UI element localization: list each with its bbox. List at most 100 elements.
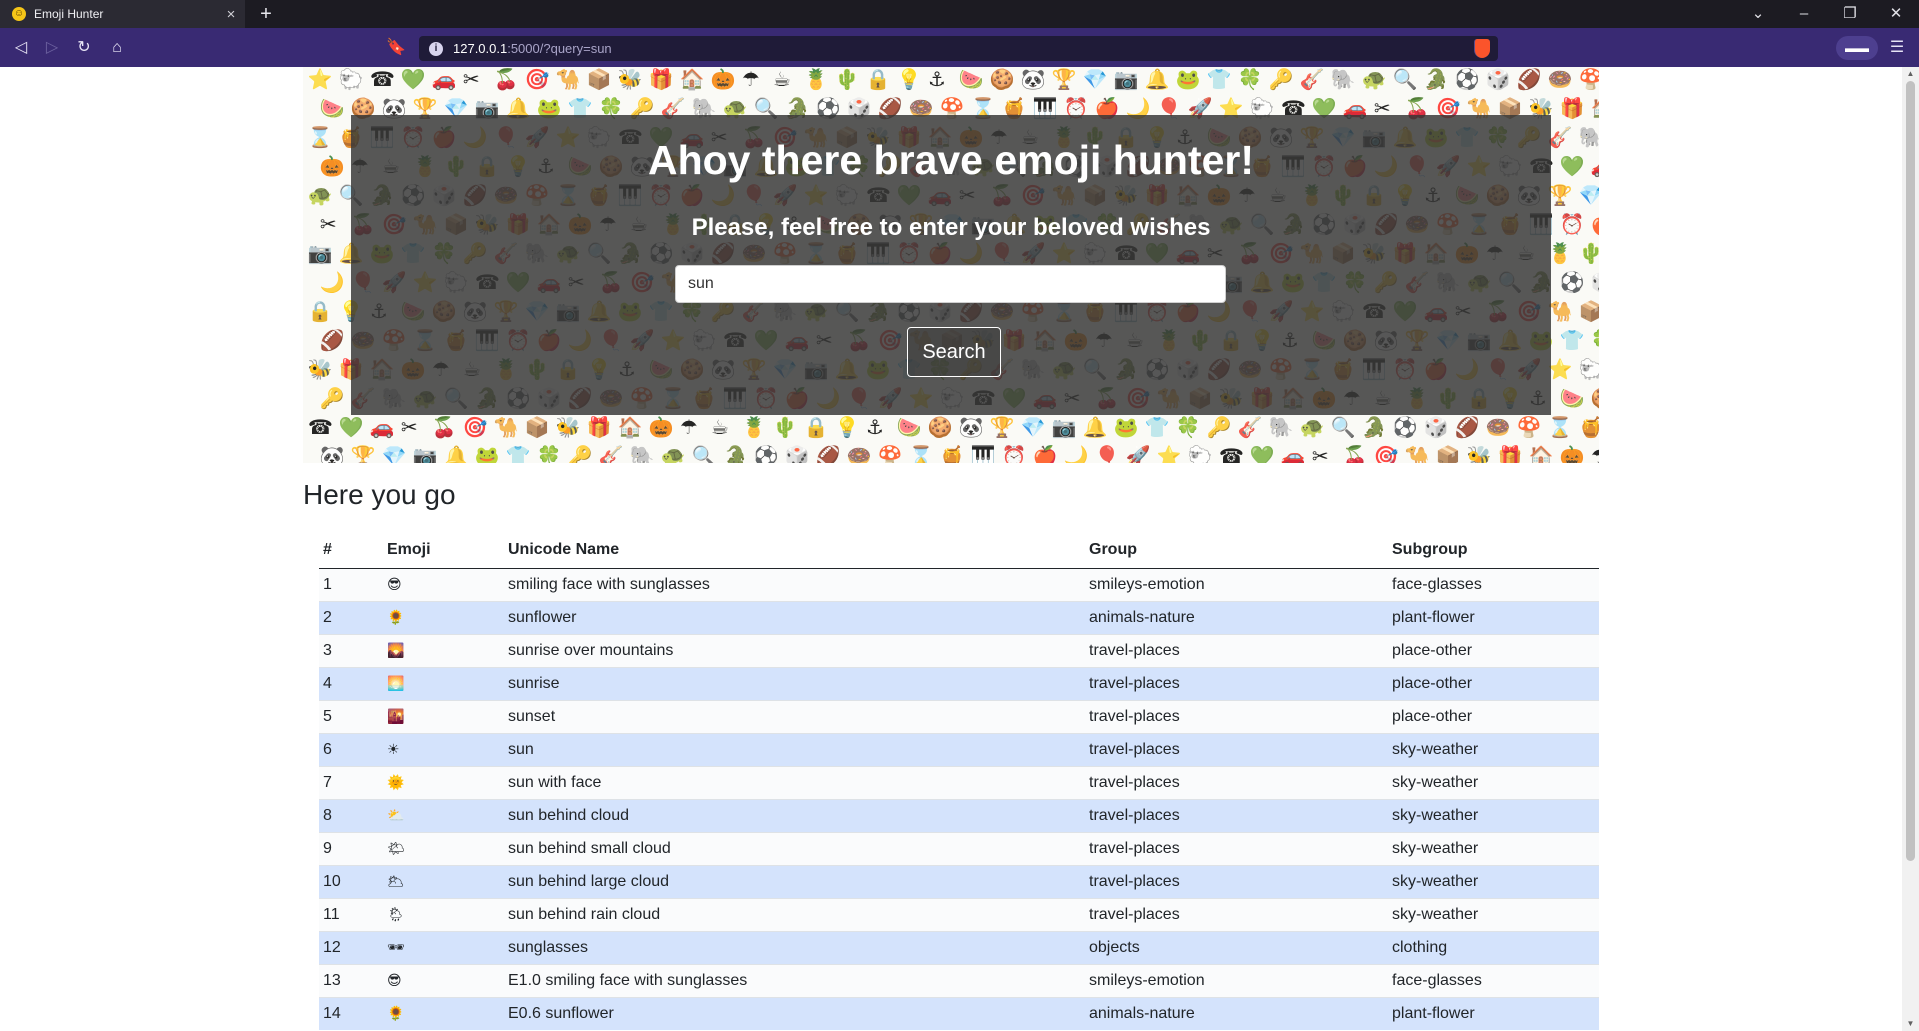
decorative-emoji-icon: ⚽ bbox=[753, 444, 779, 463]
column-header-number: # bbox=[319, 532, 383, 569]
back-icon[interactable]: ◁ bbox=[8, 35, 34, 61]
decorative-emoji-icon: 🐝 bbox=[617, 67, 643, 91]
decorative-emoji-icon: ⚽ bbox=[1559, 270, 1585, 294]
forward-icon[interactable]: ▷ bbox=[39, 35, 65, 61]
cell-unicode-name: sun with face bbox=[504, 765, 1085, 799]
decorative-emoji-icon: 🍄 bbox=[877, 444, 903, 463]
cell-subgroup: clothing bbox=[1388, 930, 1599, 964]
cell-emoji: 🌻 bbox=[383, 996, 504, 1030]
decorative-emoji-icon: 📷 bbox=[1113, 67, 1139, 91]
decorative-emoji-icon: 🏆 bbox=[989, 415, 1015, 439]
search-input[interactable] bbox=[675, 265, 1226, 303]
decorative-emoji-icon: 🐘 bbox=[1578, 125, 1599, 149]
restore-icon[interactable]: ❐ bbox=[1827, 0, 1873, 28]
brave-shield-icon[interactable] bbox=[1474, 39, 1490, 58]
page-scrollbar[interactable]: ▲ ▼ bbox=[1902, 67, 1919, 1031]
emoji-glyph-icon: 🌻 bbox=[387, 1005, 405, 1022]
emoji-glyph-icon: 🌞 bbox=[387, 774, 405, 791]
cell-subgroup: sky-weather bbox=[1388, 765, 1599, 799]
decorative-emoji-icon: 🍀 bbox=[1237, 67, 1263, 91]
cell-subgroup: face-glasses bbox=[1388, 963, 1599, 997]
decorative-emoji-icon: 🔒 bbox=[803, 415, 829, 439]
decorative-emoji-icon: 🍀 bbox=[1175, 415, 1201, 439]
decorative-emoji-icon: 📦 bbox=[1435, 444, 1461, 463]
decorative-emoji-icon: 🐑 bbox=[1187, 444, 1213, 463]
cell-number: 7 bbox=[319, 765, 383, 799]
decorative-emoji-icon: 🏈 bbox=[1454, 415, 1480, 439]
cell-number: 6 bbox=[319, 732, 383, 766]
decorative-emoji-icon: 🐘 bbox=[629, 444, 655, 463]
decorative-emoji-icon: 🐝 bbox=[555, 415, 581, 439]
scroll-up-icon[interactable]: ▲ bbox=[1902, 67, 1919, 81]
decorative-emoji-icon: 🏠 bbox=[1528, 444, 1554, 463]
tab-emoji-hunter[interactable]: ☺ Emoji Hunter × bbox=[0, 0, 245, 28]
extension-glasses-icon[interactable]: ▬▬ bbox=[1836, 36, 1878, 60]
decorative-emoji-icon: ☎ bbox=[369, 67, 395, 91]
cell-unicode-name: sun behind small cloud bbox=[504, 831, 1085, 865]
page-subheading: Please, feel free to enter your beloved … bbox=[691, 214, 1211, 241]
decorative-emoji-icon: 🌙 bbox=[319, 270, 345, 294]
decorative-emoji-icon: 🔍 bbox=[1330, 415, 1356, 439]
reload-icon[interactable]: ↻ bbox=[71, 35, 97, 61]
emoji-glyph-icon: 🌻 bbox=[387, 609, 405, 626]
decorative-emoji-icon: 🏠 bbox=[617, 415, 643, 439]
address-bar[interactable]: i 127.0.0.1 :5000/?query=sun bbox=[419, 36, 1498, 61]
decorative-emoji-icon: 🔑 bbox=[1206, 415, 1232, 439]
cell-unicode-name: sunflower bbox=[504, 600, 1085, 634]
bookmark-icon[interactable]: 🔖 bbox=[383, 35, 409, 61]
decorative-emoji-icon: ☂ bbox=[1591, 446, 1599, 463]
decorative-emoji-icon: 📷 bbox=[307, 241, 333, 265]
info-icon[interactable]: i bbox=[429, 41, 443, 56]
scrollbar-thumb[interactable] bbox=[1906, 81, 1915, 861]
new-tab-button[interactable]: + bbox=[255, 3, 277, 25]
home-icon[interactable]: ⌂ bbox=[104, 35, 130, 61]
cell-number: 13 bbox=[319, 963, 383, 997]
decorative-emoji-icon: 💚 bbox=[400, 67, 426, 91]
minimize-icon[interactable]: – bbox=[1781, 0, 1827, 28]
decorative-emoji-icon: 🍒 bbox=[1342, 444, 1368, 463]
url-host: 127.0.0.1 bbox=[453, 41, 508, 56]
cell-number: 12 bbox=[319, 930, 383, 964]
cell-number: 14 bbox=[319, 996, 383, 1030]
decorative-emoji-icon: 💚 bbox=[338, 415, 364, 439]
cell-group: smileys-emotion bbox=[1085, 567, 1388, 601]
tab-list-chevron-icon[interactable]: ⌄ bbox=[1735, 0, 1781, 28]
decorative-emoji-icon: 🎈 bbox=[1094, 444, 1120, 463]
cell-unicode-name: sun behind rain cloud bbox=[504, 897, 1085, 931]
decorative-emoji-icon: ⭐ bbox=[1156, 444, 1182, 463]
results-table: # Emoji Unicode Name Group Subgroup 1 😎 sm… bbox=[319, 532, 1599, 1030]
decorative-emoji-icon: 📷 bbox=[1051, 415, 1077, 439]
decorative-emoji-icon: 🍄 bbox=[1578, 67, 1599, 91]
cell-group: travel-places bbox=[1085, 765, 1388, 799]
results-title: Here you go bbox=[303, 479, 456, 510]
close-window-icon[interactable]: ✕ bbox=[1873, 0, 1919, 28]
decorative-emoji-icon: 🎸 bbox=[1547, 125, 1573, 149]
hero-overlay: Ahoy there brave emoji hunter! Please, f… bbox=[351, 115, 1551, 415]
scroll-down-icon[interactable]: ▼ bbox=[1902, 1017, 1919, 1031]
cell-emoji: ⛅ bbox=[383, 798, 504, 832]
column-header-group: Group bbox=[1085, 532, 1388, 569]
search-button[interactable]: Search bbox=[907, 327, 1001, 377]
decorative-emoji-icon: 🎹 bbox=[970, 444, 996, 463]
cell-number: 10 bbox=[319, 864, 383, 898]
tab-close-icon[interactable]: × bbox=[221, 6, 241, 23]
cell-number: 5 bbox=[319, 699, 383, 733]
decorative-emoji-icon: 💡 bbox=[834, 415, 860, 439]
cell-group: travel-places bbox=[1085, 798, 1388, 832]
decorative-emoji-icon: 🎲 bbox=[1485, 67, 1511, 91]
decorative-emoji-icon: 🏠 bbox=[1591, 98, 1599, 118]
decorative-emoji-icon: ⚽ bbox=[1454, 67, 1480, 91]
decorative-emoji-icon: 🏆 bbox=[1547, 183, 1573, 207]
cell-number: 11 bbox=[319, 897, 383, 931]
emoji-glyph-icon: 🌅 bbox=[387, 675, 405, 692]
tab-strip: ☺ Emoji Hunter × + ⌄ – ❐ ✕ bbox=[0, 0, 1919, 28]
cell-number: 3 bbox=[319, 633, 383, 667]
table-row: 3 🌄 sunrise over mountains travel-places pla… bbox=[319, 633, 1599, 667]
emoji-favicon-icon: ☺ bbox=[12, 7, 26, 21]
decorative-emoji-icon: 👕 bbox=[505, 444, 531, 463]
menu-icon[interactable]: ☰ bbox=[1884, 35, 1910, 61]
emoji-glyph-icon: 😎 bbox=[387, 576, 402, 593]
decorative-emoji-icon: ☎ bbox=[307, 415, 333, 439]
decorative-emoji-icon: 🐘 bbox=[1268, 415, 1294, 439]
decorative-emoji-icon: ⏰ bbox=[1559, 212, 1585, 236]
